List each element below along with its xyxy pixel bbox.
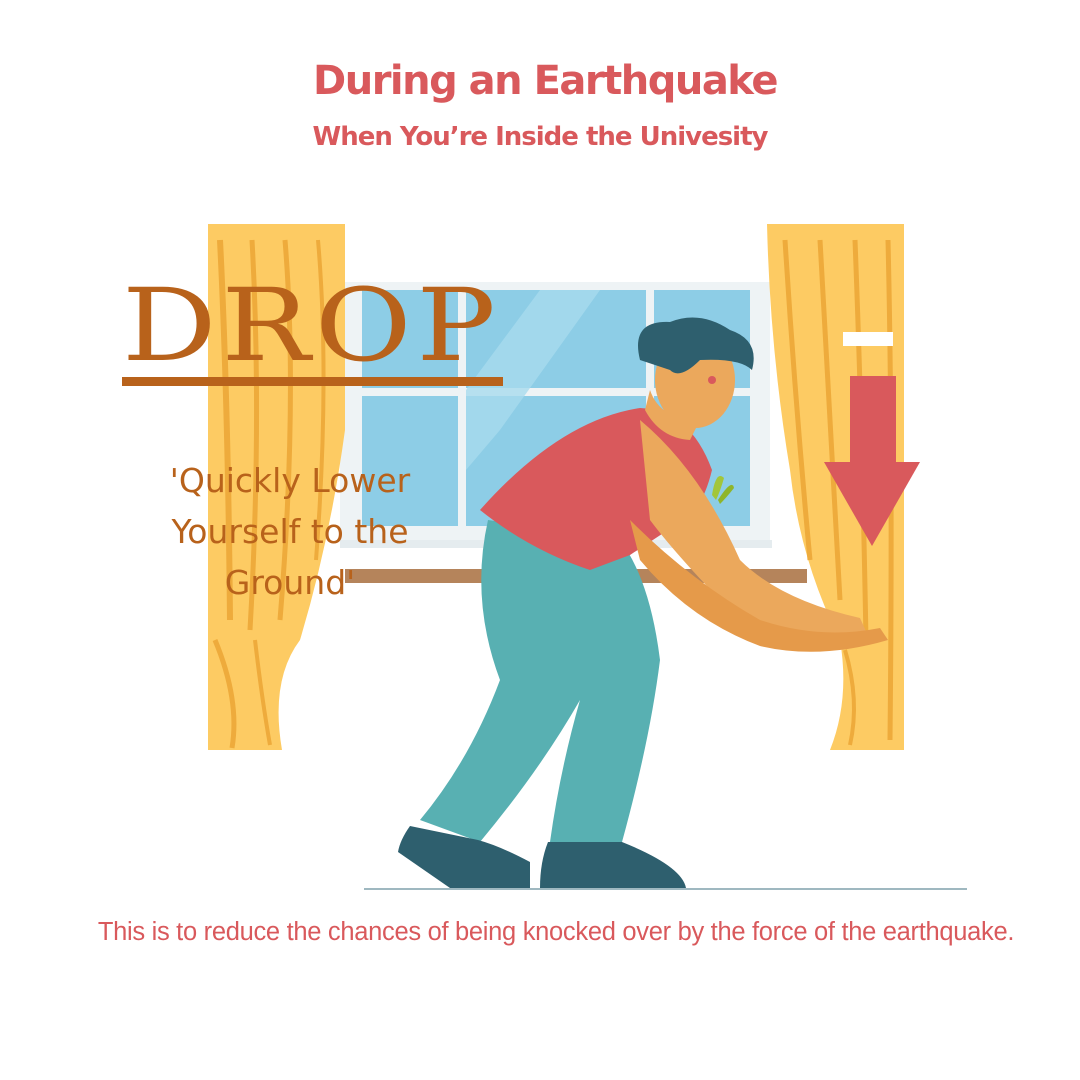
footer-note: This is to reduce the chances of being k…	[97, 918, 1015, 946]
drop-underline	[122, 377, 503, 386]
drop-caption: 'Quickly Lower Yourself to the Ground'	[169, 461, 411, 602]
drop-heading: DROP	[122, 267, 501, 384]
